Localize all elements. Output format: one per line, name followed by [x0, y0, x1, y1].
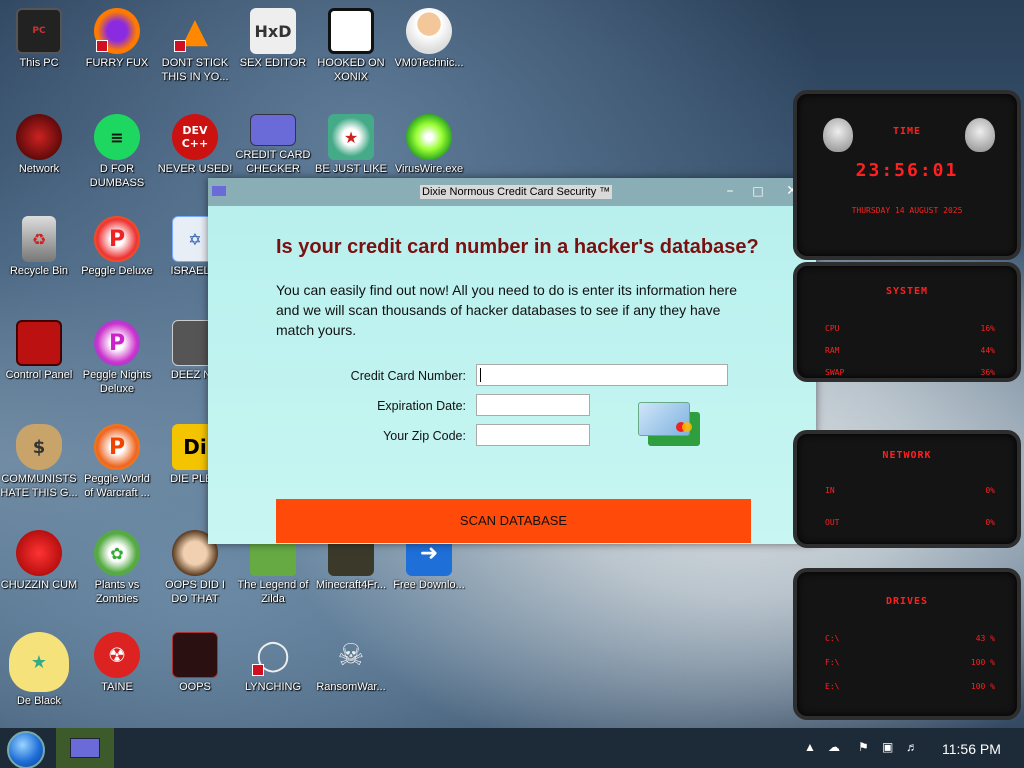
drive-c-row: C:\ 43 %	[825, 634, 995, 643]
card-number-label: Credit Card Number:	[350, 369, 466, 383]
network-panel: NETWORK IN 0% OUT 0%	[793, 430, 1021, 548]
desktop-icon-network[interactable]: Network	[0, 114, 78, 176]
desktop-icon-credit-card-checker[interactable]: CREDIT CARD CHECKER	[234, 114, 312, 176]
control-panel-icon	[16, 320, 62, 366]
desktop-icon-furry-fux[interactable]: FURRY FUX	[78, 8, 156, 70]
window-title: Dixie Normous Credit Card Security ™	[420, 185, 613, 199]
window-body: Is your credit card number in a hacker's…	[208, 206, 816, 544]
date-readout: THURSDAY 14 AUGUST 2025	[851, 206, 963, 215]
desktop-icon-plants-vs-zombies[interactable]: ✿ Plants vs Zombies	[78, 530, 156, 606]
vlc-cone-icon: ▲	[172, 8, 218, 54]
window-titlebar[interactable]: Dixie Normous Credit Card Security ™ – □…	[208, 178, 816, 206]
network-tray-icon[interactable]: ▣	[882, 740, 893, 754]
lime-icon	[406, 114, 452, 160]
computer-icon: PC	[16, 8, 62, 54]
skull-icon: ☠	[337, 637, 365, 673]
desktop-icon-dont-stick[interactable]: ▲ DONT STICK THIS IN YO...	[156, 8, 234, 84]
desktop-icon-never-used[interactable]: DEV C++ NEVER USED!	[156, 114, 234, 176]
out-row: OUT 0%	[825, 518, 995, 527]
peggle-icon: P	[94, 216, 140, 262]
expiration-date-label: Expiration Date:	[377, 399, 466, 413]
desktop-icon-sex-editor[interactable]: HxD SEX EDITOR	[234, 8, 312, 70]
devcpp-icon: DEV C++	[172, 114, 218, 160]
credit-card-icon	[250, 114, 296, 146]
recycle-bin-icon: ♻	[22, 216, 56, 262]
system-title: SYSTEM	[885, 286, 929, 297]
volume-icon[interactable]: ♬	[906, 740, 918, 754]
desktop-icon-lynching[interactable]: ◯ LYNCHING	[234, 632, 312, 694]
chuzzle-icon	[16, 530, 62, 576]
desktop-icon-oops[interactable]: OOPS	[156, 632, 234, 694]
maximize-button[interactable]: □	[748, 182, 768, 200]
taskbar-clock[interactable]: 11:56 PM	[942, 741, 1001, 757]
network-icon	[16, 114, 62, 160]
time-title: TIME	[892, 126, 922, 137]
zip-code-label: Your Zip Code:	[383, 429, 466, 443]
drives-title: DRIVES	[885, 596, 929, 607]
cloud-sync-icon[interactable]: ☁	[828, 740, 840, 754]
drives-panel: DRIVES C:\ 43 % F:\ 100 % E:\ 100 %	[793, 568, 1021, 720]
description-text: You can easily find out now! All you nee…	[276, 282, 737, 338]
scan-database-button[interactable]: SCAN DATABASE	[276, 499, 751, 543]
desktop-icon-taine[interactable]: ☢ TAINE	[78, 632, 156, 694]
xonix-game-icon	[328, 8, 374, 54]
desktop-icon-ransomware[interactable]: ☠ RansomWar...	[312, 632, 390, 694]
in-row: IN 0%	[825, 486, 995, 495]
minimize-button[interactable]: –	[720, 182, 740, 200]
desktop-icon-peggle-nights[interactable]: P Peggle Nights Deluxe	[78, 320, 156, 396]
desktop-icon-this-pc[interactable]: PC This PC	[0, 8, 78, 70]
flag-icon[interactable]: ⚑	[858, 740, 869, 754]
card-number-input[interactable]	[476, 364, 728, 386]
desktop-icon-peggle-wow[interactable]: P Peggle World of Warcraft ...	[78, 424, 156, 500]
network-title: NETWORK	[882, 450, 932, 461]
desktop-icon-hooked-on-xonix[interactable]: HOOKED ON XONIX	[312, 8, 390, 84]
desktop-icon-control-panel[interactable]: Control Panel	[0, 320, 78, 382]
oops-icon	[172, 632, 218, 678]
desktop-icon-communists[interactable]: $ COMMUNISTS HATE THIS G...	[0, 424, 78, 500]
santa-dude-icon: ★	[328, 114, 374, 160]
alien-icon	[823, 118, 853, 152]
desktop-icon-d-for-dumbass[interactable]: ≡ D FOR DUMBASS	[78, 114, 156, 190]
time-readout: 23:56:01	[855, 160, 959, 181]
drive-e-row: E:\ 100 %	[825, 682, 995, 691]
expiration-date-input[interactable]	[476, 394, 590, 416]
alien-icon	[965, 118, 995, 152]
time-panel: TIME 23:56:01 THURSDAY 14 AUGUST 2025	[793, 90, 1021, 260]
star-butterfly-icon: ★	[9, 632, 69, 692]
firefox-icon	[94, 8, 140, 54]
system-monitor-widget: TIME 23:56:01 THURSDAY 14 AUGUST 2025 SY…	[793, 90, 1021, 722]
pvz-icon: ✿	[94, 530, 140, 576]
desktop-icon-viruswire[interactable]: VirusWire.exe	[390, 114, 468, 176]
doctor-icon	[406, 8, 452, 54]
desktop-icon-de-black[interactable]: ★ De Black	[0, 632, 78, 708]
taskbar-credit-card-app[interactable]	[56, 728, 114, 768]
credit-card-security-window: Dixie Normous Credit Card Security ™ – □…	[208, 178, 816, 544]
swap-row: SWAP 36%	[825, 368, 995, 377]
money-bag-icon: $	[16, 424, 62, 470]
system-panel: SYSTEM CPU 16% RAM 44% SWAP 36%	[793, 262, 1021, 382]
desktop-icon-peggle-deluxe[interactable]: P Peggle Deluxe	[78, 216, 156, 278]
credit-card-icon	[70, 738, 100, 758]
app-card-icon	[212, 186, 226, 196]
desktop-icon-recycle-bin[interactable]: ♻ Recycle Bin	[0, 216, 78, 278]
spotify-icon: ≡	[94, 114, 140, 160]
zip-code-input[interactable]	[476, 424, 590, 446]
noose-icon: ◯	[250, 632, 296, 678]
text-cursor	[480, 368, 481, 382]
desktop-icon-chuzzin[interactable]: CHUZZIN CUM	[0, 530, 78, 592]
credit-cards-icon	[638, 402, 702, 448]
radiation-icon: ☢	[94, 632, 140, 678]
hxd-editor-icon: HxD	[250, 8, 296, 54]
page-title: Is your credit card number in a hacker's…	[276, 236, 759, 258]
taskbar: ▲ ☁ ⚑ ▣ ♬ 11:56 PM	[0, 728, 1024, 768]
show-hidden-icons-icon[interactable]: ▲	[804, 740, 816, 754]
start-button[interactable]	[7, 731, 45, 768]
peggle-wow-icon: P	[94, 424, 140, 470]
ram-row: RAM 44%	[825, 346, 995, 355]
drive-f-row: F:\ 100 %	[825, 658, 995, 667]
desktop-icon-vm0technic[interactable]: VM0Technic...	[390, 8, 468, 70]
peggle-nights-icon: P	[94, 320, 140, 366]
cpu-row: CPU 16%	[825, 324, 995, 333]
